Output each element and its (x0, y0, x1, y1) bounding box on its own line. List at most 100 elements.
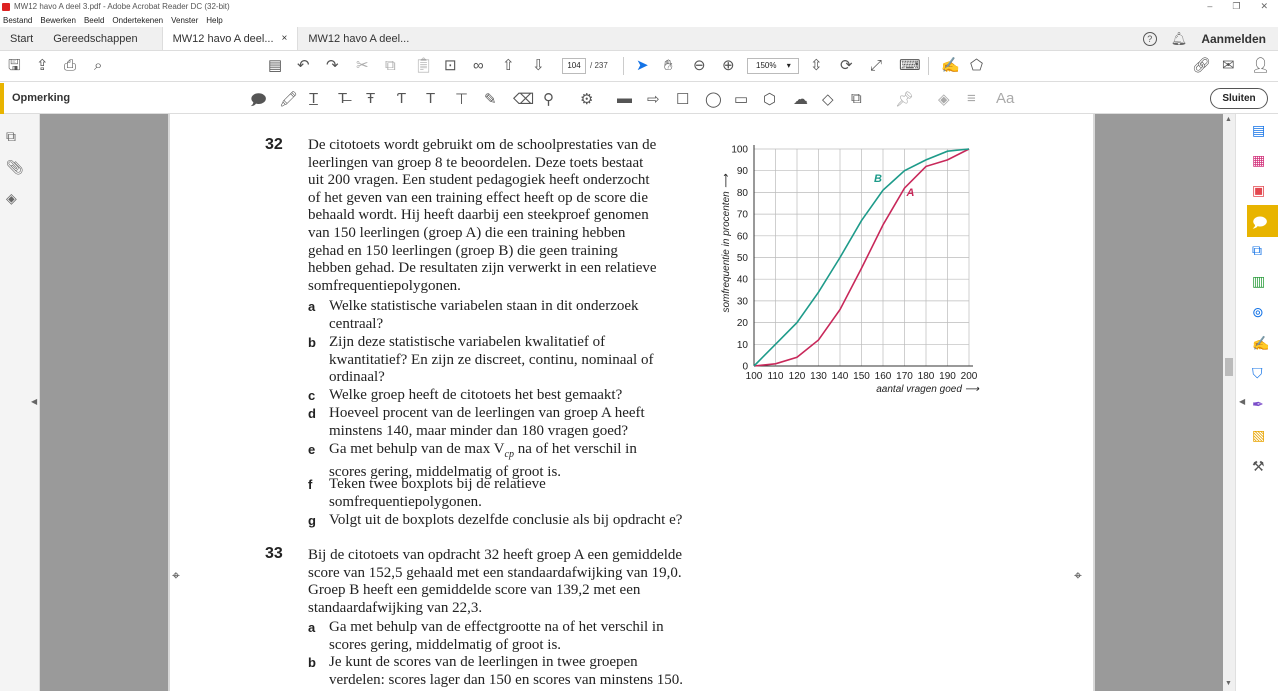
add-user-icon[interactable]: 👤︎ (1251, 58, 1270, 74)
binoculars-icon[interactable]: ∞ (473, 58, 484, 74)
combine-files-icon[interactable]: ⧉ (1252, 242, 1262, 259)
keyboard-icon[interactable]: ⌨ (899, 58, 921, 74)
fill-sign-icon[interactable]: ⬠ (970, 58, 983, 74)
zoom-out-icon[interactable]: ⊖ (693, 58, 706, 74)
highlight-icon[interactable]: 🖍︎ (279, 90, 298, 108)
help-icon[interactable]: ? (1142, 31, 1157, 46)
protect-icon[interactable]: ⛉ (1252, 365, 1263, 382)
bell-icon[interactable]: 🔔︎ (1171, 31, 1188, 47)
sign-icon[interactable]: ✍ (941, 58, 960, 74)
find-icon[interactable]: ⌕ (94, 58, 102, 74)
scan-icon[interactable]: ⊚ (1252, 304, 1264, 321)
signin-button[interactable]: Aanmelden (1201, 32, 1266, 46)
rectangle-icon[interactable]: ☐ (676, 90, 689, 108)
snapshot-icon[interactable]: ⊡ (444, 58, 457, 74)
pin-icon[interactable]: 📌︎ (895, 90, 914, 108)
text-fragment: na of het verschil in (513, 441, 637, 457)
fullscreen-icon[interactable]: ⤢ (870, 58, 882, 74)
cut-icon[interactable]: ✂ (356, 58, 369, 74)
close-window-button[interactable]: ✕ (1260, 1, 1268, 12)
create-pdf-icon[interactable]: ▣ (1252, 182, 1265, 199)
link-icon[interactable]: 🔗︎ (1192, 58, 1211, 74)
organize-pages-icon[interactable]: ▦ (1252, 152, 1265, 169)
strikethrough-icon[interactable]: T̶ (338, 90, 347, 107)
more-tools-icon[interactable]: ⚒ (1252, 458, 1265, 475)
eraser-icon[interactable]: ⌫ (513, 90, 534, 108)
collapse-right-panel-icon[interactable]: ◀ (1239, 397, 1245, 406)
scroll-up-icon[interactable]: ▲ (1225, 116, 1232, 123)
insert-text-icon[interactable]: Ƭ (397, 90, 406, 107)
mail-icon[interactable]: ✉ (1222, 58, 1235, 74)
hand-icon[interactable]: ✋︎ (664, 58, 673, 74)
close-tab-icon[interactable]: × (282, 33, 288, 44)
upload-icon[interactable]: ⇪ (36, 58, 49, 74)
vertical-scrollbar[interactable]: ▲ ▼ (1223, 114, 1235, 691)
edit-pdf-icon[interactable]: ▥ (1252, 273, 1265, 290)
maximize-button[interactable]: ❐ (1232, 1, 1240, 12)
request-signature-icon[interactable]: ✒ (1252, 396, 1264, 413)
expand-left-panel-icon[interactable]: ◀ (31, 397, 37, 406)
menu-beeld[interactable]: Beeld (84, 16, 104, 25)
send-for-review-icon[interactable]: ▧ (1252, 427, 1265, 444)
page-number-input[interactable]: 104 (562, 58, 586, 74)
next-page-icon[interactable]: ⇩ (532, 58, 545, 74)
text-line: Ga met behulp van de max Vcp na of het v… (329, 441, 729, 464)
callout-icon[interactable]: ▭ (734, 90, 748, 108)
fit-page-icon[interactable]: ⇳ (810, 58, 823, 74)
print-icon[interactable]: ⎙ (64, 58, 76, 74)
item-letter: d (308, 406, 316, 421)
stamp-icon[interactable]: ⚲ (543, 90, 554, 108)
fill-color-icon[interactable]: ◈ (938, 90, 950, 108)
replace-text-icon[interactable]: Ŧ (366, 90, 375, 107)
line-icon[interactable]: ▬ (617, 90, 632, 107)
scroll-thumb[interactable] (1225, 358, 1233, 376)
paste-icon[interactable]: 📋︎ (414, 58, 433, 74)
comment-tool-icon[interactable]: 🗩 (1252, 212, 1268, 236)
line-width-icon[interactable]: ≡ (967, 90, 976, 107)
menu-bar: Bestand Bewerken Beeld Ondertekenen Vens… (0, 13, 1278, 27)
attachment-icon[interactable]: 📎︎ (6, 159, 24, 176)
oval-icon[interactable]: ◯ (705, 90, 722, 108)
sticky-note-icon[interactable]: 🗩 (250, 90, 267, 115)
tab-tools[interactable]: Gereedschappen (43, 27, 161, 50)
export-pdf-icon[interactable]: ▤ (1252, 122, 1265, 139)
text-icon[interactable]: T (426, 90, 435, 107)
text-line: behaald wordt. Hij heeft daarbij een ste… (308, 207, 649, 224)
create-pdf-icon[interactable]: ▤ (268, 58, 282, 74)
fill-sign-tool-icon[interactable]: ✍ (1252, 335, 1269, 352)
pages-icon[interactable]: ⧉ (6, 128, 16, 145)
menu-venster[interactable]: Venster (171, 16, 198, 25)
tab-document-2[interactable]: MW12 havo A deel... (298, 27, 419, 50)
underline-text-icon[interactable]: T̲ (309, 90, 318, 107)
close-comment-button[interactable]: Sluiten (1210, 88, 1268, 109)
menu-bestand[interactable]: Bestand (3, 16, 32, 25)
cloud-icon[interactable]: ☁︎ (793, 90, 808, 108)
textbox-icon[interactable]: ⊤ (455, 90, 468, 108)
group-icon[interactable]: ⧉ (851, 90, 862, 107)
menu-bewerken[interactable]: Bewerken (40, 16, 76, 25)
attach-icon[interactable]: ⚙ (580, 90, 593, 108)
polyline-icon[interactable]: ◇ (822, 90, 834, 108)
select-arrow-icon[interactable]: ➤ (636, 58, 649, 74)
y-tick-label: 70 (737, 210, 749, 221)
polygon-icon[interactable]: ⬡ (763, 90, 776, 108)
scroll-down-icon[interactable]: ▼ (1225, 680, 1232, 687)
save-icon[interactable]: 🖫 (8, 58, 21, 74)
menu-help[interactable]: Help (206, 16, 222, 25)
arrow-icon[interactable]: ⇨ (647, 90, 660, 108)
text-properties-icon[interactable]: Aa (996, 90, 1014, 107)
zoom-select[interactable]: 150% ▾ (747, 58, 799, 74)
copy-icon[interactable]: ⧉ (385, 58, 396, 74)
pencil-icon[interactable]: ✎ (484, 90, 497, 108)
menu-ondertekenen[interactable]: Ondertekenen (112, 16, 163, 25)
layers-icon[interactable]: ◈ (6, 190, 17, 207)
redo-icon[interactable]: ↷ (326, 58, 339, 74)
minimize-button[interactable]: – (1207, 1, 1212, 12)
prev-page-icon[interactable]: ⇧ (502, 58, 515, 74)
item-letter: f (308, 477, 313, 492)
undo-icon[interactable]: ↶ (297, 58, 310, 74)
tab-document-active[interactable]: MW12 havo A deel... × (161, 27, 299, 50)
tab-start[interactable]: Start (0, 27, 43, 50)
zoom-in-icon[interactable]: ⊕ (722, 58, 735, 74)
rotate-icon[interactable]: ⟳ (840, 58, 853, 74)
